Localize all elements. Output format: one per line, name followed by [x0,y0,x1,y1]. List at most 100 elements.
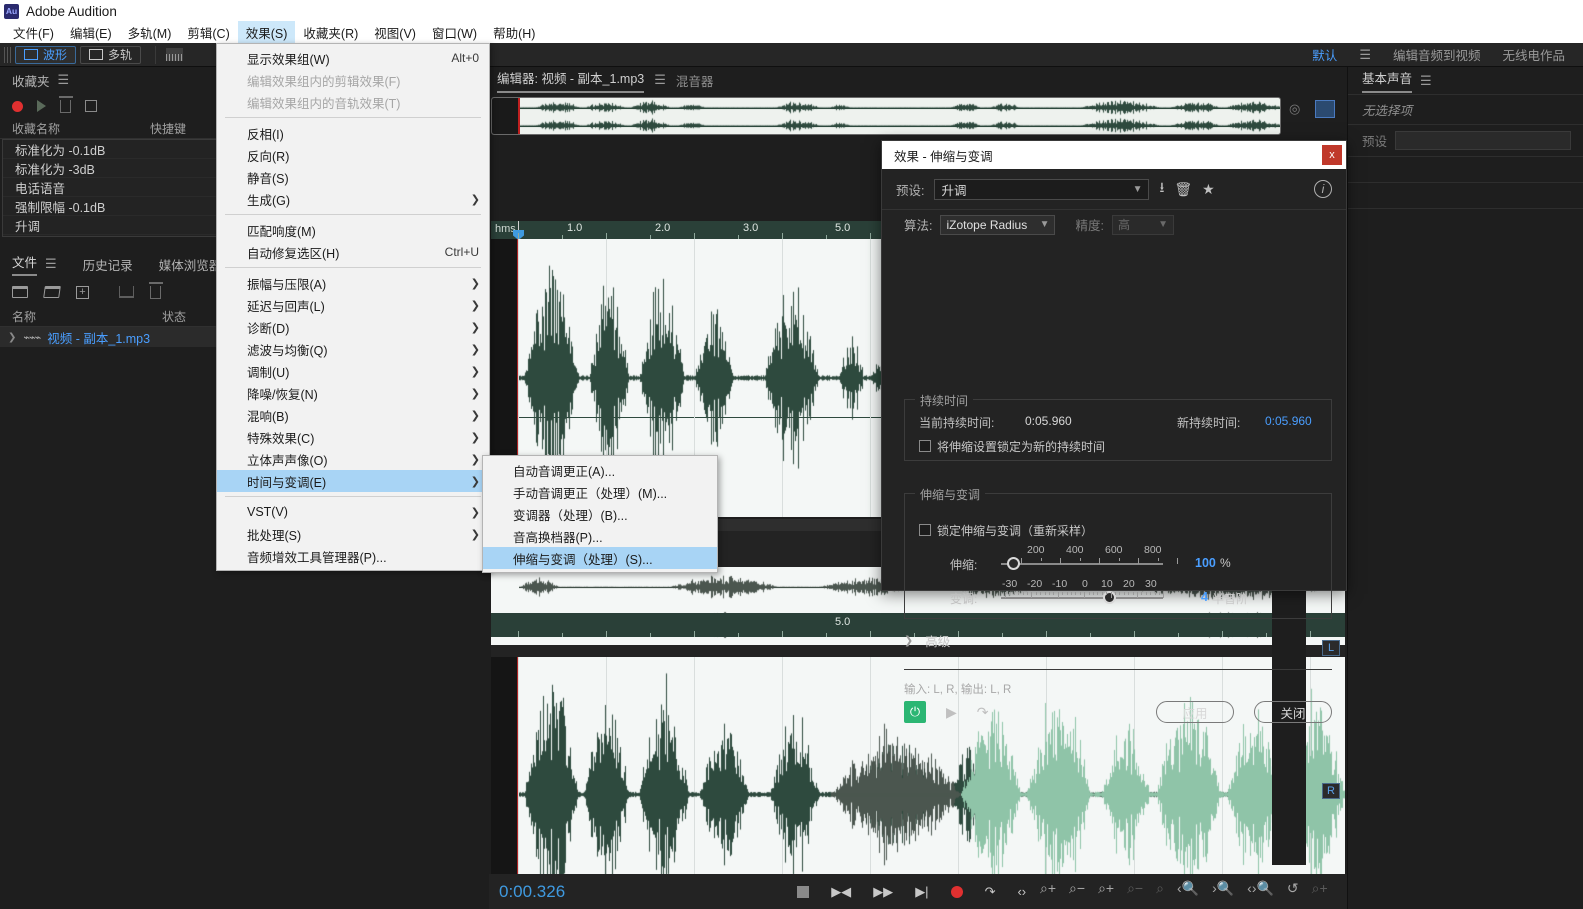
preset-select[interactable]: 升调 ▼ [934,179,1149,200]
new-file-icon[interactable]: + [76,286,89,299]
zoom-out-amplitude-icon[interactable]: ⌕− [1069,880,1085,897]
list-item[interactable]: 升调 [3,216,229,235]
skip-markers-button[interactable]: ‹› [1017,884,1026,899]
files-menu-icon[interactable]: ☰ [45,256,57,272]
layout-view-button[interactable] [1315,100,1335,118]
zoom-in-time-icon[interactable]: ⌕+ [1098,880,1114,897]
effects-menu-item-23[interactable]: VST(V)❯ [217,501,489,523]
apply-button[interactable]: 应用 [1156,701,1234,723]
zoom-history-icon[interactable]: ↺ [1287,880,1299,897]
tab-media-browser[interactable]: 媒体浏览器 [159,255,222,274]
save-preset-icon[interactable]: ⭳ [1159,177,1164,201]
essential-preset-select[interactable] [1395,131,1571,150]
list-item[interactable]: 标准化为 -0.1dB [3,140,229,159]
time-pitch-submenu-item-4[interactable]: 伸缩与变调（处理）(S)... [483,547,717,569]
stretch-slider-knob[interactable] [1007,557,1020,570]
time-pitch-submenu-item-1[interactable]: 手动音调更正（处理）(M)... [483,481,717,503]
stretch-value[interactable]: 100 [1195,556,1216,570]
time-pitch-submenu-item-2[interactable]: 变调器（处理）(B)... [483,503,717,525]
new-duration-value[interactable]: 0:05.960 [1265,414,1312,428]
close-button[interactable]: 关闭 [1254,701,1332,723]
multitrack-mode-button[interactable]: 多轨 [80,46,141,64]
workspace-default[interactable]: 默认 [1312,45,1337,64]
effects-menu-item-12[interactable]: 振幅与压限(A)❯ [217,272,489,294]
effects-menu-item-0[interactable]: 显示效果组(W)Alt+0 [217,47,489,69]
overview-navigator[interactable] [491,97,1281,135]
play-favorite-icon[interactable] [37,100,46,112]
editor-menu-icon[interactable]: ☰ [654,72,666,88]
tab-mixer[interactable]: 混音器 [676,71,714,90]
power-toggle-icon[interactable]: ⏻ [904,701,926,723]
play-button[interactable]: ▶◀ [831,884,851,900]
favorites-menu-icon[interactable]: ☰ [58,72,70,88]
close-file-icon[interactable] [150,286,161,299]
zoom-reset-icon[interactable]: ⌕+ [1312,880,1328,897]
effects-menu-item-9[interactable]: 匹配响度(M) [217,219,489,241]
effects-menu-item-13[interactable]: 延迟与回声(L)❯ [217,294,489,316]
time-pitch-submenu-item-3[interactable]: 音高换档器(P)... [483,525,717,547]
table-row[interactable]: ❯ ⌁⌁⌁ 视频 - 副本_1.mp3 [0,327,232,347]
time-display[interactable]: 0:00.326 [489,882,565,902]
record-button[interactable] [951,886,963,898]
list-item[interactable]: 强制限幅 -0.1dB [3,197,229,216]
import-icon[interactable] [119,286,134,298]
menu-3[interactable]: 剪辑(C) [179,21,237,44]
lock-stretch-pitch-checkbox[interactable] [919,524,931,536]
list-item[interactable]: 标准化为 -3dB [3,159,229,178]
menu-5[interactable]: 收藏夹(R) [295,21,366,44]
favorite-star-icon[interactable]: ★ [1202,181,1215,198]
time-pitch-submenu-item-0[interactable]: 自动音调更正(A)... [483,459,717,481]
advanced-section-toggle[interactable]: ❯ 高级 [904,631,950,650]
effects-menu-item-16[interactable]: 调制(U)❯ [217,360,489,382]
effects-menu-item-21[interactable]: 时间与变调(E)❯ [217,470,489,492]
tab-editor[interactable]: 编辑器: 视频 - 副本_1.mp3 [497,68,644,93]
pitch-value[interactable]: 4 [1201,590,1208,604]
workspace-menu-icon[interactable]: ☰ [1359,47,1371,63]
zoom-overview-icon[interactable]: ◎ [1289,101,1305,117]
delete-favorite-icon[interactable] [60,100,71,113]
chevron-right-icon[interactable]: ❯ [8,332,16,343]
list-item[interactable]: 电话语音 [3,178,229,197]
zoom-to-selection-in-icon[interactable]: ‹🔍 [1177,880,1199,897]
menu-1[interactable]: 编辑(E) [62,21,120,44]
loop-button[interactable]: ↷ [985,884,996,900]
menu-7[interactable]: 窗口(W) [424,21,485,44]
workspace-item-radio[interactable]: 无线电作品 [1502,45,1565,64]
open-recent-icon[interactable] [43,286,61,298]
menu-0[interactable]: 文件(F) [5,21,62,44]
zoom-out-full-icon[interactable]: ⌕ [1156,880,1164,897]
effects-menu-item-15[interactable]: 滤波与均衡(Q)❯ [217,338,489,360]
organize-favorites-icon[interactable] [85,100,97,112]
lock-stretch-duration-checkbox[interactable] [919,440,931,452]
stop-button[interactable] [797,886,809,898]
algorithm-select[interactable]: iZotope Radius ▼ [940,215,1055,235]
menu-8[interactable]: 帮助(H) [485,21,543,44]
effects-menu-item-7[interactable]: 生成(G)❯ [217,188,489,210]
delete-preset-icon[interactable]: 🗑 [1174,181,1192,198]
zoom-to-selection-right-icon[interactable]: ›🔍 [1212,880,1234,897]
menu-6[interactable]: 视图(V) [366,21,424,44]
loop-preview-icon[interactable]: ↷ [977,704,989,721]
effects-menu-item-24[interactable]: 批处理(S)❯ [217,523,489,545]
close-icon[interactable]: x [1322,145,1342,165]
effects-menu-item-5[interactable]: 反向(R) [217,144,489,166]
workspace-item-edit-audio[interactable]: 编辑音频到视频 [1393,45,1481,64]
effects-menu-item-4[interactable]: 反相(I) [217,122,489,144]
preview-play-icon[interactable]: ▶ [946,704,957,721]
pitch-slider-track[interactable] [1001,597,1163,599]
info-icon[interactable]: i [1314,180,1332,198]
skip-to-end-button[interactable]: ▶| [915,884,928,900]
effects-menu-item-17[interactable]: 降噪/恢复(N)❯ [217,382,489,404]
zoom-in-amplitude-icon[interactable]: ⌕+ [1040,880,1056,897]
effects-menu-item-20[interactable]: 立体声声像(O)❯ [217,448,489,470]
record-favorite-icon[interactable] [12,101,23,112]
effects-menu-item-19[interactable]: 特殊效果(C)❯ [217,426,489,448]
zoom-to-selection-icon[interactable]: ‹›🔍 [1247,880,1274,897]
zoom-out-time-icon[interactable]: ⌕− [1127,880,1143,897]
effects-menu-item-25[interactable]: 音频增效工具管理器(P)... [217,545,489,567]
effects-menu-item-14[interactable]: 诊断(D)❯ [217,316,489,338]
effects-menu-item-10[interactable]: 自动修复选区(H)Ctrl+U [217,241,489,263]
effects-menu-item-18[interactable]: 混响(B)❯ [217,404,489,426]
essential-sound-menu-icon[interactable]: ☰ [1420,73,1432,89]
waveform-mode-button[interactable]: 波形 [15,46,76,64]
